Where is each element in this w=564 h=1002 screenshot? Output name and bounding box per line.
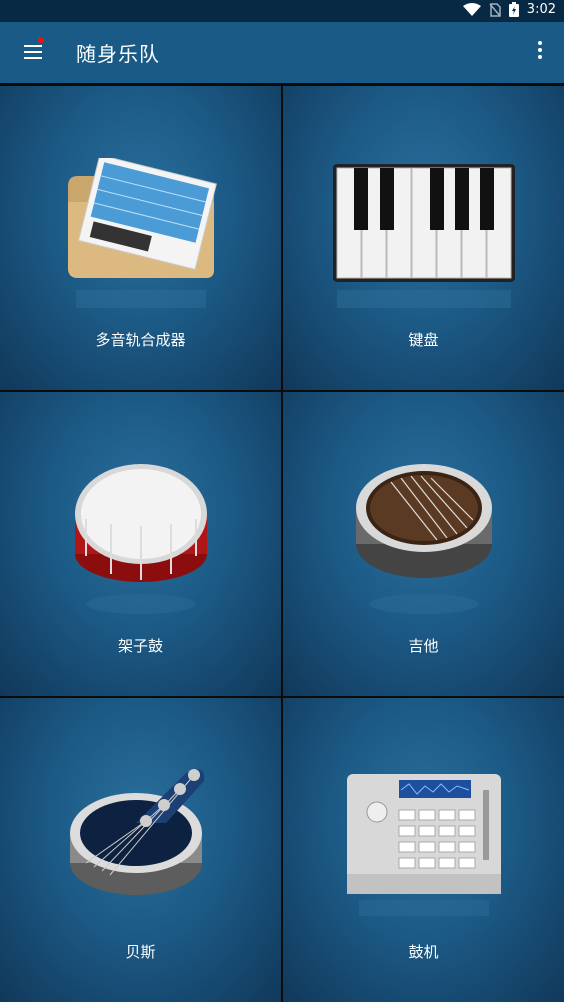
no-sim-icon (489, 2, 501, 17)
menu-button[interactable] (22, 37, 46, 64)
tile-drum-machine[interactable]: 鼓机 (283, 698, 564, 1002)
clock-time: 3:02 (526, 2, 556, 17)
tile-multitrack-synth[interactable]: 多音轨合成器 (0, 86, 281, 390)
status-bar: 3:02 (0, 0, 564, 22)
tile-label: 吉他 (408, 637, 439, 655)
guitar-icon (349, 464, 499, 628)
tile-label: 贝斯 (125, 943, 156, 961)
notification-dot-icon (38, 37, 44, 43)
app-bar: 随身乐队 (0, 22, 564, 83)
instrument-grid: 多音轨合成器 键盘 架子鼓 吉他 贝斯 鼓机 (0, 83, 564, 1002)
tile-label: 多音轨合成器 (95, 331, 186, 349)
battery-charging-icon (508, 2, 519, 17)
tile-label: 架子鼓 (117, 637, 163, 655)
tile-label: 鼓机 (408, 943, 439, 961)
more-options-button[interactable] (536, 41, 544, 63)
tile-bass[interactable]: 贝斯 (0, 698, 281, 1002)
multitrack-icon (56, 154, 226, 322)
drum-icon (66, 464, 216, 628)
tile-keyboard[interactable]: 键盘 (283, 86, 564, 390)
tile-label: 键盘 (408, 331, 439, 349)
keyboard-icon (329, 162, 519, 316)
drum-machine-icon (339, 770, 509, 934)
tile-drum-kit[interactable]: 架子鼓 (0, 392, 281, 696)
page-title: 随身乐队 (76, 42, 160, 66)
bass-icon (66, 763, 216, 917)
wifi-icon (462, 2, 481, 17)
tile-guitar[interactable]: 吉他 (283, 392, 564, 696)
